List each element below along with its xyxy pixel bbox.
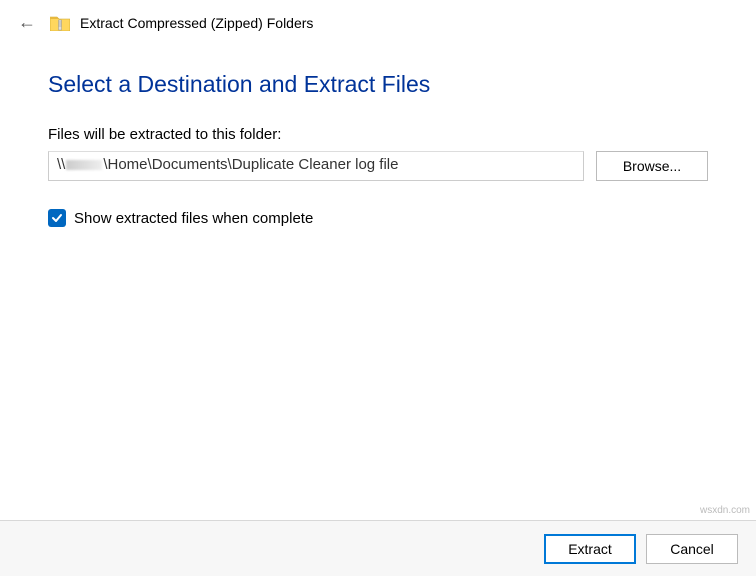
destination-path-input[interactable]: \\ \Home\Documents\Duplicate Cleaner log … (48, 151, 584, 181)
window-title: Extract Compressed (Zipped) Folders (80, 15, 313, 31)
browse-button[interactable]: Browse... (596, 151, 708, 181)
obscured-host (66, 160, 102, 170)
zipped-folder-icon (50, 15, 70, 31)
extract-button[interactable]: Extract (544, 534, 636, 564)
path-text: \Home\Documents\Duplicate Cleaner log fi… (103, 156, 398, 173)
watermark-text: wsxdn.com (700, 505, 750, 516)
path-prefix: \\ (57, 156, 65, 173)
page-heading: Select a Destination and Extract Files (48, 71, 708, 98)
path-row: \\ \Home\Documents\Duplicate Cleaner log … (48, 151, 708, 181)
back-arrow-icon[interactable]: ← (14, 10, 40, 35)
dialog-header: ← Extract Compressed (Zipped) Folders (0, 0, 756, 43)
cancel-button[interactable]: Cancel (646, 534, 738, 564)
show-files-checkbox-label[interactable]: Show extracted files when complete (74, 210, 313, 227)
show-files-checkbox-row: Show extracted files when complete (48, 209, 708, 227)
dialog-content: Select a Destination and Extract Files F… (0, 43, 756, 227)
show-files-checkbox[interactable] (48, 209, 66, 227)
path-label: Files will be extracted to this folder: (48, 126, 708, 143)
checkmark-icon (51, 212, 63, 224)
dialog-footer: Extract Cancel (0, 520, 756, 576)
